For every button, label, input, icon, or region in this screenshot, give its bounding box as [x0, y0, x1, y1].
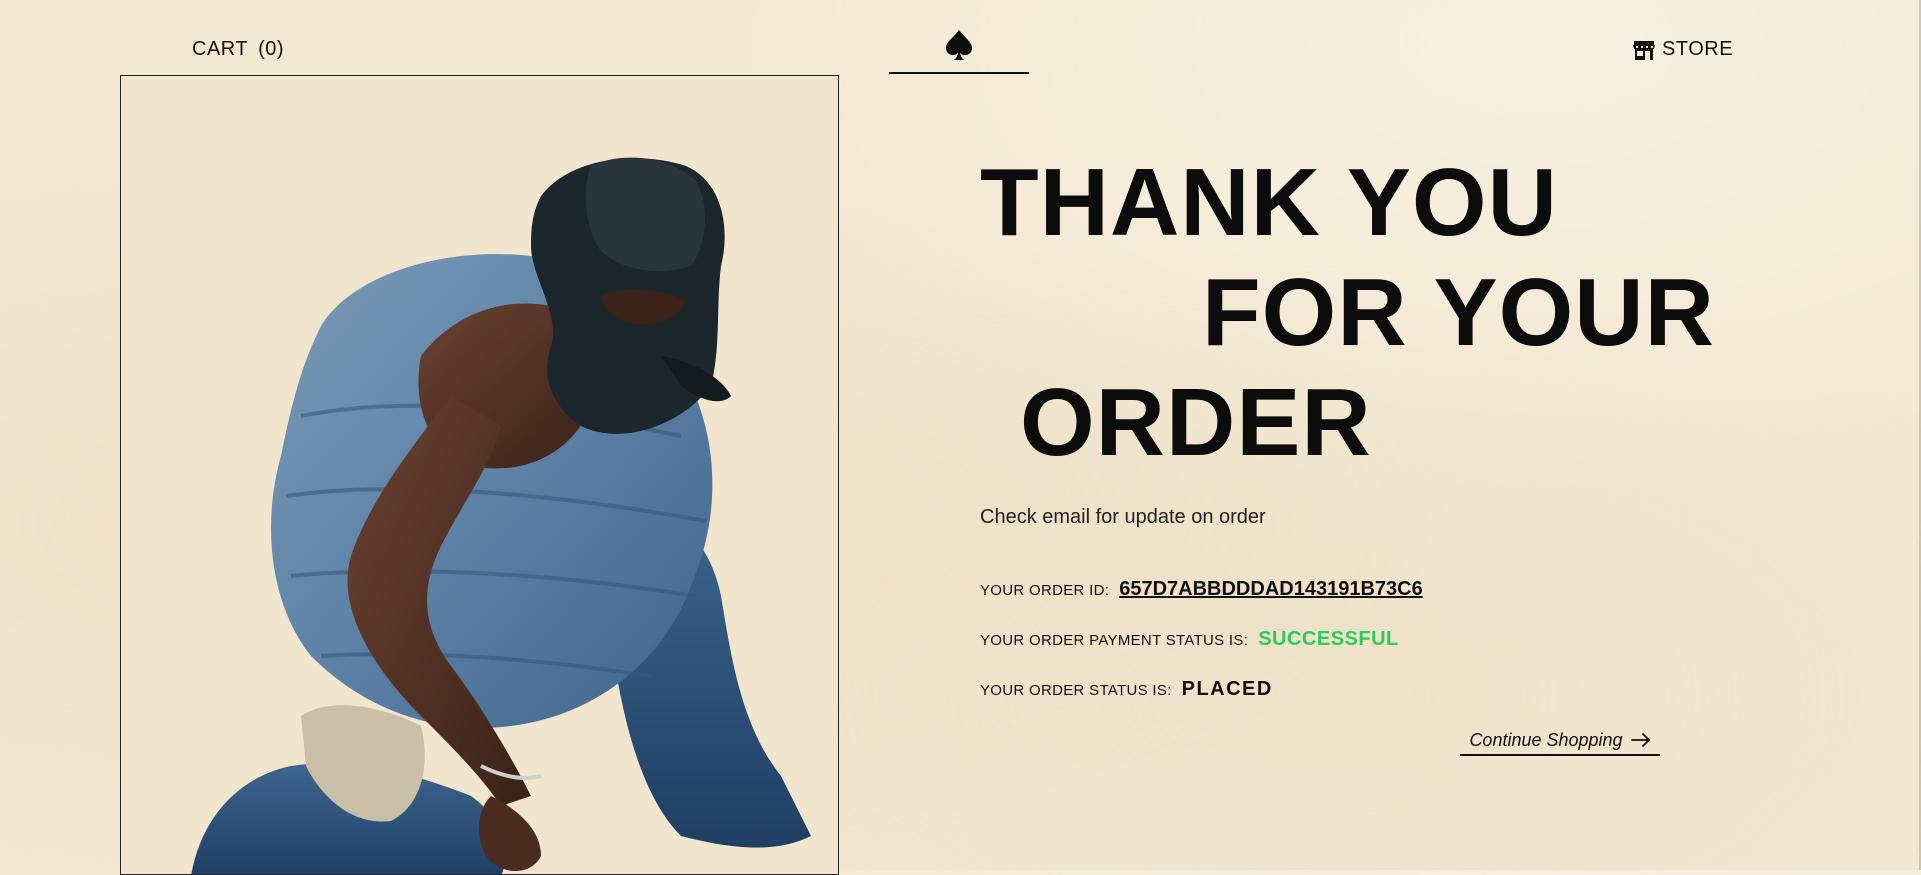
store-link[interactable]: STORE: [1632, 38, 1733, 61]
order-status-value: PLACED: [1181, 678, 1273, 700]
cart-count: (0): [258, 38, 285, 60]
page-title: THANK YOU FOR YOUR ORDER: [980, 148, 1715, 478]
payment-status-label: YOUR ORDER PAYMENT STATUS IS:: [980, 632, 1249, 649]
payment-status-value: SUCCESSFUL: [1258, 628, 1399, 650]
store-label: STORE: [1662, 38, 1734, 60]
order-id-label: YOUR ORDER ID:: [980, 582, 1110, 599]
order-id-value[interactable]: 657D7ABBDDDAD143191B73C6: [1119, 578, 1422, 601]
spade-icon: [946, 30, 972, 60]
store-icon: [1633, 40, 1655, 60]
hero-image: [120, 75, 839, 875]
title-line-1: THANK YOU: [980, 149, 1558, 256]
arrow-right-icon: [1630, 733, 1650, 747]
order-status-row: YOUR ORDER STATUS IS: PLACED: [980, 678, 1273, 701]
order-id-row: YOUR ORDER ID: 657D7ABBDDDAD143191B73C6: [980, 578, 1423, 601]
model-illustration: [191, 157, 811, 874]
continue-shopping-label: Continue Shopping: [1469, 729, 1623, 750]
order-status-label: YOUR ORDER STATUS IS:: [980, 682, 1172, 699]
email-update-note: Check email for update on order: [980, 506, 1266, 528]
cart-label: CART: [192, 38, 249, 60]
continue-shopping-link[interactable]: Continue Shopping: [1460, 726, 1660, 756]
logo-home-link[interactable]: [889, 28, 1029, 74]
title-line-2: FOR YOUR: [1202, 259, 1715, 366]
cart-link[interactable]: CART (0): [192, 38, 284, 61]
title-line-3: ORDER: [1020, 369, 1372, 476]
site-header: CART (0) STORE: [0, 0, 1921, 74]
payment-status-row: YOUR ORDER PAYMENT STATUS IS: SUCCESSFUL: [980, 628, 1399, 651]
